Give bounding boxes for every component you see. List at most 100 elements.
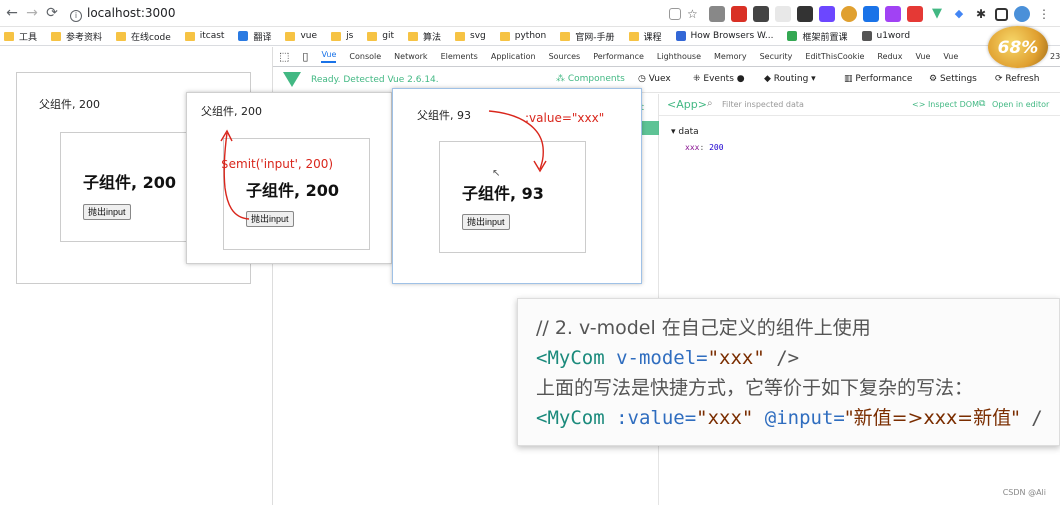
folder-icon bbox=[455, 31, 466, 41]
bookmark-item[interactable]: js bbox=[331, 31, 353, 41]
bookmarks-bar: 工具 参考资料 在线code itcast 翻译 vue js git 算法 svg python 官… bbox=[0, 27, 1060, 46]
extension-pen-icon[interactable] bbox=[753, 6, 769, 22]
vue-status: Ready. Detected Vue 2.6.14. bbox=[311, 75, 439, 85]
performance-tab[interactable]: ▥ Performance bbox=[844, 74, 912, 84]
devtools-tab[interactable]: Redux bbox=[877, 52, 902, 61]
info-circle-icon[interactable]: i bbox=[70, 10, 82, 22]
bookmark-label: 算法 bbox=[423, 32, 442, 43]
bookmark-item[interactable]: 在线code bbox=[116, 30, 171, 43]
inspector-header: <App> ⌕ Filter inspected data <> Inspect… bbox=[659, 94, 1060, 116]
routing-tab[interactable]: ◆ Routing ▾ bbox=[764, 74, 816, 84]
refresh-button[interactable]: ⟳ Refresh bbox=[995, 74, 1039, 84]
devtools-tab[interactable]: Network bbox=[394, 52, 427, 61]
devtools-tab[interactable]: EditThisCookie bbox=[805, 52, 864, 61]
settings-icon: ⚙ bbox=[929, 74, 940, 84]
menu-icon[interactable]: ⋮ bbox=[1036, 6, 1052, 22]
address-bar[interactable]: i localhost:3000 bbox=[70, 4, 630, 23]
devtools-tab[interactable]: Console bbox=[349, 52, 381, 61]
extension-diamond-icon[interactable]: ◆ bbox=[951, 6, 967, 22]
sidepanel-icon[interactable] bbox=[995, 7, 1008, 21]
bookmark-item[interactable]: 翻译 bbox=[238, 30, 271, 43]
extension-grey-icon[interactable] bbox=[775, 6, 791, 22]
extension-icons: ☆ ▼ ◆ ✱ ⋮ bbox=[669, 4, 1052, 24]
events-tab[interactable]: ⁜ Events ● bbox=[693, 74, 745, 84]
bookmark-item[interactable]: svg bbox=[455, 31, 486, 41]
reload-icon[interactable]: ⟳ bbox=[44, 5, 60, 21]
bookmark-item[interactable]: git bbox=[367, 31, 394, 41]
bookmark-label: 工具 bbox=[19, 32, 38, 43]
inspector-tag: <App> bbox=[667, 98, 707, 111]
star-icon[interactable]: ☆ bbox=[687, 6, 703, 22]
routing-icon: ◆ bbox=[764, 74, 774, 84]
devtools-tab[interactable]: Vue bbox=[321, 50, 337, 63]
filter-input[interactable]: Filter inspected data bbox=[722, 100, 804, 109]
bookmark-item[interactable]: 工具 bbox=[4, 30, 37, 43]
devtools-tab[interactable]: Lighthouse bbox=[657, 52, 701, 61]
bookmark-item[interactable]: 框架前置课 bbox=[787, 30, 848, 43]
vuex-tab[interactable]: ◷ Vuex bbox=[638, 74, 671, 84]
bookmark-item[interactable]: How Browsers W... bbox=[675, 31, 773, 41]
bookmark-item[interactable]: u1word bbox=[861, 31, 911, 41]
cookie-icon[interactable] bbox=[841, 6, 857, 22]
open-editor-icon: ⧉ bbox=[979, 99, 986, 109]
device-toggle-icon[interactable]: ▯ bbox=[302, 50, 308, 63]
bookmark-label: vue bbox=[300, 31, 318, 41]
qrcode-icon[interactable] bbox=[797, 6, 813, 22]
folder-icon bbox=[367, 31, 378, 41]
forward-icon[interactable]: → bbox=[24, 5, 40, 21]
extension-red-icon[interactable] bbox=[731, 6, 747, 22]
screenshot-window-right: 父组件, 93 子组件, 93 抛出input ↖ :value="xxx" bbox=[392, 88, 642, 284]
settings-tab[interactable]: ⚙ Settings bbox=[929, 74, 977, 84]
emit-input-button[interactable]: 抛出input bbox=[83, 204, 131, 220]
bookmark-item[interactable]: itcast bbox=[184, 31, 224, 41]
bookmark-label: 在线code bbox=[131, 32, 171, 43]
folder-icon bbox=[331, 31, 342, 41]
devtools-tab[interactable]: Application bbox=[491, 52, 536, 61]
folder-icon bbox=[499, 31, 510, 41]
data-row[interactable]: xxx: 200 bbox=[685, 143, 724, 152]
devtools-tab[interactable]: Performance bbox=[593, 52, 644, 61]
devtools-tab[interactable]: Sources bbox=[549, 52, 581, 61]
bookmark-item[interactable]: 参考资料 bbox=[51, 30, 102, 43]
bookmark-item[interactable]: 课程 bbox=[628, 30, 662, 43]
folder-icon bbox=[51, 31, 62, 41]
bookmark-item[interactable]: python bbox=[499, 31, 547, 41]
devtools-tab[interactable]: Elements bbox=[441, 52, 478, 61]
devtools-tabs: ⬚ ▯ Vue Console Network Elements Application… bbox=[273, 47, 1060, 67]
inspect-element-icon[interactable]: ⬚ bbox=[279, 50, 289, 63]
code-snippet: // 2. v-model 在自己定义的组件上使用 <MyCom v-model… bbox=[517, 298, 1060, 446]
folder-icon bbox=[184, 31, 195, 41]
extension-blue-icon[interactable] bbox=[863, 6, 879, 22]
extension-violet-icon[interactable] bbox=[885, 6, 901, 22]
extension-cookie-red-icon[interactable] bbox=[907, 6, 923, 22]
child-title: 子组件, 200 bbox=[83, 173, 177, 192]
bookmark-app-icon bbox=[861, 31, 872, 41]
bookmark-label: 翻译 bbox=[253, 32, 272, 43]
puzzle-icon[interactable]: ✱ bbox=[973, 6, 989, 22]
bookmark-item[interactable]: 算法 bbox=[408, 30, 441, 43]
folder-icon bbox=[628, 31, 639, 41]
devtools-tab[interactable]: Security bbox=[760, 52, 793, 61]
zoom-badge: 68% bbox=[988, 26, 1048, 68]
bookmark-label: git bbox=[382, 31, 395, 41]
bookmark-label: python bbox=[514, 31, 547, 41]
devtools-tab[interactable]: Vue bbox=[943, 52, 958, 61]
extension-shield-icon[interactable] bbox=[709, 6, 725, 22]
parent-title: 父组件, 200 bbox=[39, 98, 100, 111]
share-icon[interactable] bbox=[669, 8, 681, 20]
data-section-header[interactable]: ▾ data bbox=[671, 127, 699, 137]
devtools-tab[interactable]: Vue bbox=[915, 52, 930, 61]
devtools-tab[interactable]: Memory bbox=[714, 52, 747, 61]
vue-devtools-icon[interactable]: ▼ bbox=[929, 6, 945, 22]
bookmark-item[interactable]: vue bbox=[285, 31, 317, 41]
bookmark-label: u1word bbox=[876, 31, 911, 41]
data-value: 200 bbox=[709, 143, 724, 152]
folder-icon bbox=[116, 31, 127, 41]
components-tab[interactable]: ⁂ Components bbox=[556, 74, 625, 84]
back-icon[interactable]: ← bbox=[4, 5, 20, 21]
inspect-dom-button[interactable]: <> Inspect DOM bbox=[912, 100, 979, 109]
bookmark-item[interactable]: 官网-手册 bbox=[560, 30, 615, 43]
open-in-editor-button[interactable]: Open in editor bbox=[992, 100, 1049, 109]
avatar[interactable] bbox=[1014, 6, 1030, 22]
extension-purple-icon[interactable] bbox=[819, 6, 835, 22]
